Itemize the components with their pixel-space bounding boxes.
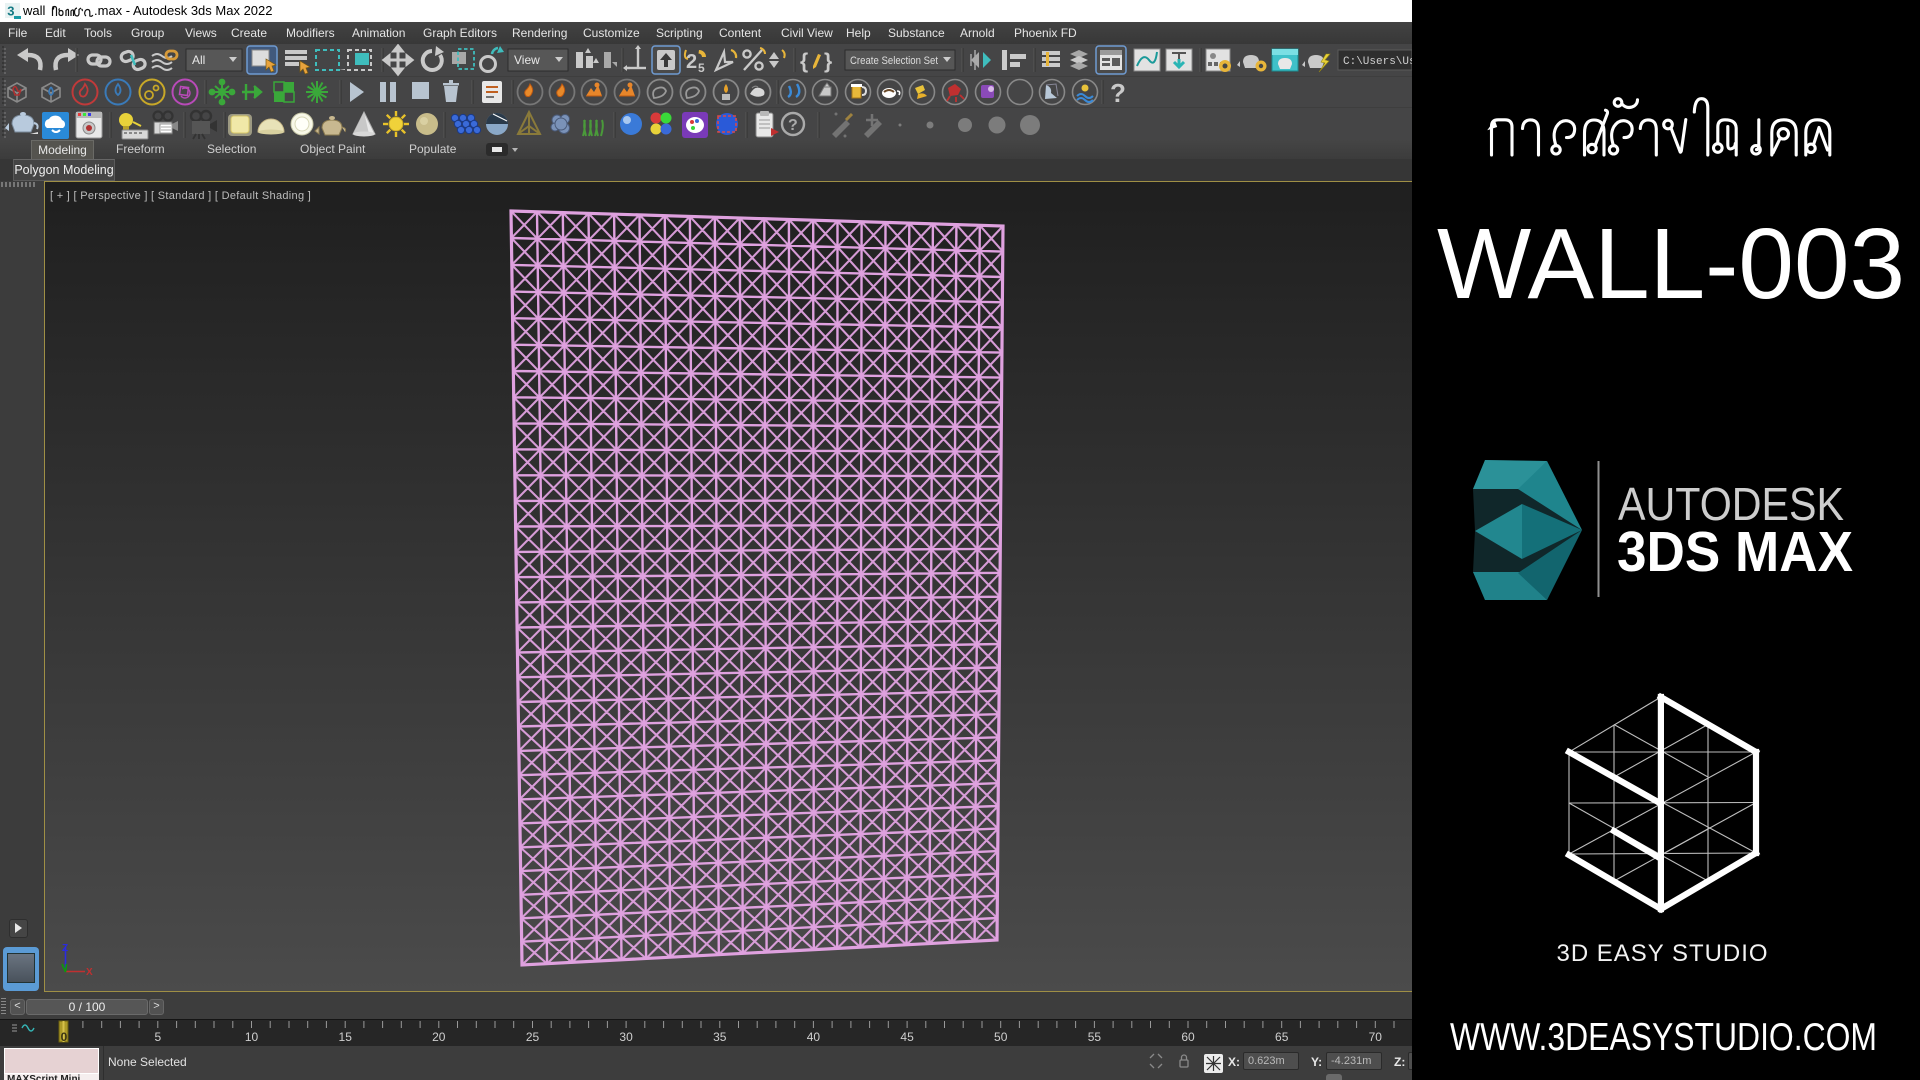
- svg-text:X: X: [86, 967, 93, 978]
- svg-text:0: 0: [61, 1030, 68, 1044]
- svg-text:}: }: [824, 50, 832, 73]
- svg-text:Create Selection Set: Create Selection Set: [850, 55, 938, 67]
- svg-text:Z: Z: [62, 943, 68, 954]
- svg-text:View: View: [514, 53, 540, 67]
- svg-text:15: 15: [339, 1030, 353, 1044]
- svg-text:20: 20: [432, 1030, 446, 1044]
- svg-text:2: 2: [686, 51, 697, 73]
- svg-text:50: 50: [994, 1030, 1008, 1044]
- svg-text:WWW.3DEASYSTUDIO.COM: WWW.3DEASYSTUDIO.COM: [1450, 1016, 1877, 1059]
- svg-text:10: 10: [245, 1030, 259, 1044]
- svg-text:3DS MAX: 3DS MAX: [1617, 520, 1853, 584]
- svg-text:60: 60: [1181, 1030, 1195, 1044]
- svg-text:?: ?: [1110, 78, 1126, 108]
- svg-text:All: All: [192, 53, 205, 67]
- svg-text:5: 5: [698, 61, 705, 75]
- svg-text:?: ?: [788, 117, 798, 134]
- svg-text:5: 5: [154, 1030, 161, 1044]
- svg-text:40: 40: [807, 1030, 821, 1044]
- svg-text:{: {: [800, 50, 808, 73]
- svg-text:3: 3: [7, 4, 14, 19]
- svg-text:3D EASY STUDIO: 3D EASY STUDIO: [1557, 940, 1769, 967]
- svg-text:35: 35: [713, 1030, 727, 1044]
- svg-text:55: 55: [1088, 1030, 1102, 1044]
- svg-text:30: 30: [619, 1030, 633, 1044]
- svg-text:65: 65: [1275, 1030, 1289, 1044]
- svg-text:WALL-003: WALL-003: [1437, 208, 1905, 320]
- svg-text:C:\Users\Use: C:\Users\Use: [1343, 56, 1412, 68]
- svg-text:70: 70: [1369, 1030, 1383, 1044]
- svg-text:25: 25: [526, 1030, 540, 1044]
- svg-text:45: 45: [900, 1030, 914, 1044]
